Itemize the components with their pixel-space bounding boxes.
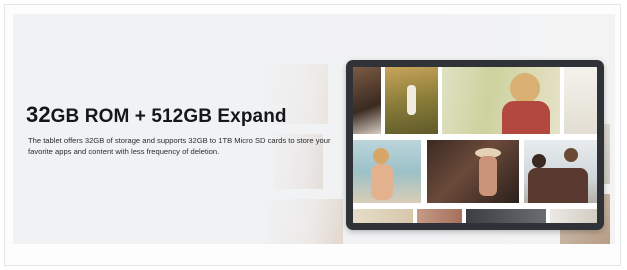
headline-number: 32 <box>26 102 51 127</box>
gallery-photo <box>564 67 597 134</box>
banner-headline: 32GB ROM + 512GB Expand <box>26 102 287 128</box>
headline-text: GB ROM + 512GB Expand <box>50 106 287 127</box>
storage-banner: 32GB ROM + 512GB Expand The tablet offer… <box>13 14 615 244</box>
tablet-screen-gallery <box>353 67 597 223</box>
gallery-photo <box>466 209 546 223</box>
gallery-photo <box>442 67 560 134</box>
gallery-photo <box>524 140 597 203</box>
gallery-photo <box>427 140 519 203</box>
gallery-photo <box>417 209 462 223</box>
gallery-photo <box>353 140 421 203</box>
gallery-photo <box>385 67 438 134</box>
tablet-device <box>346 60 604 230</box>
gallery-photo <box>550 209 597 223</box>
gallery-photo <box>353 67 381 134</box>
banner-description: The tablet offers 32GB of storage and su… <box>28 136 331 156</box>
gallery-photo <box>353 209 413 223</box>
